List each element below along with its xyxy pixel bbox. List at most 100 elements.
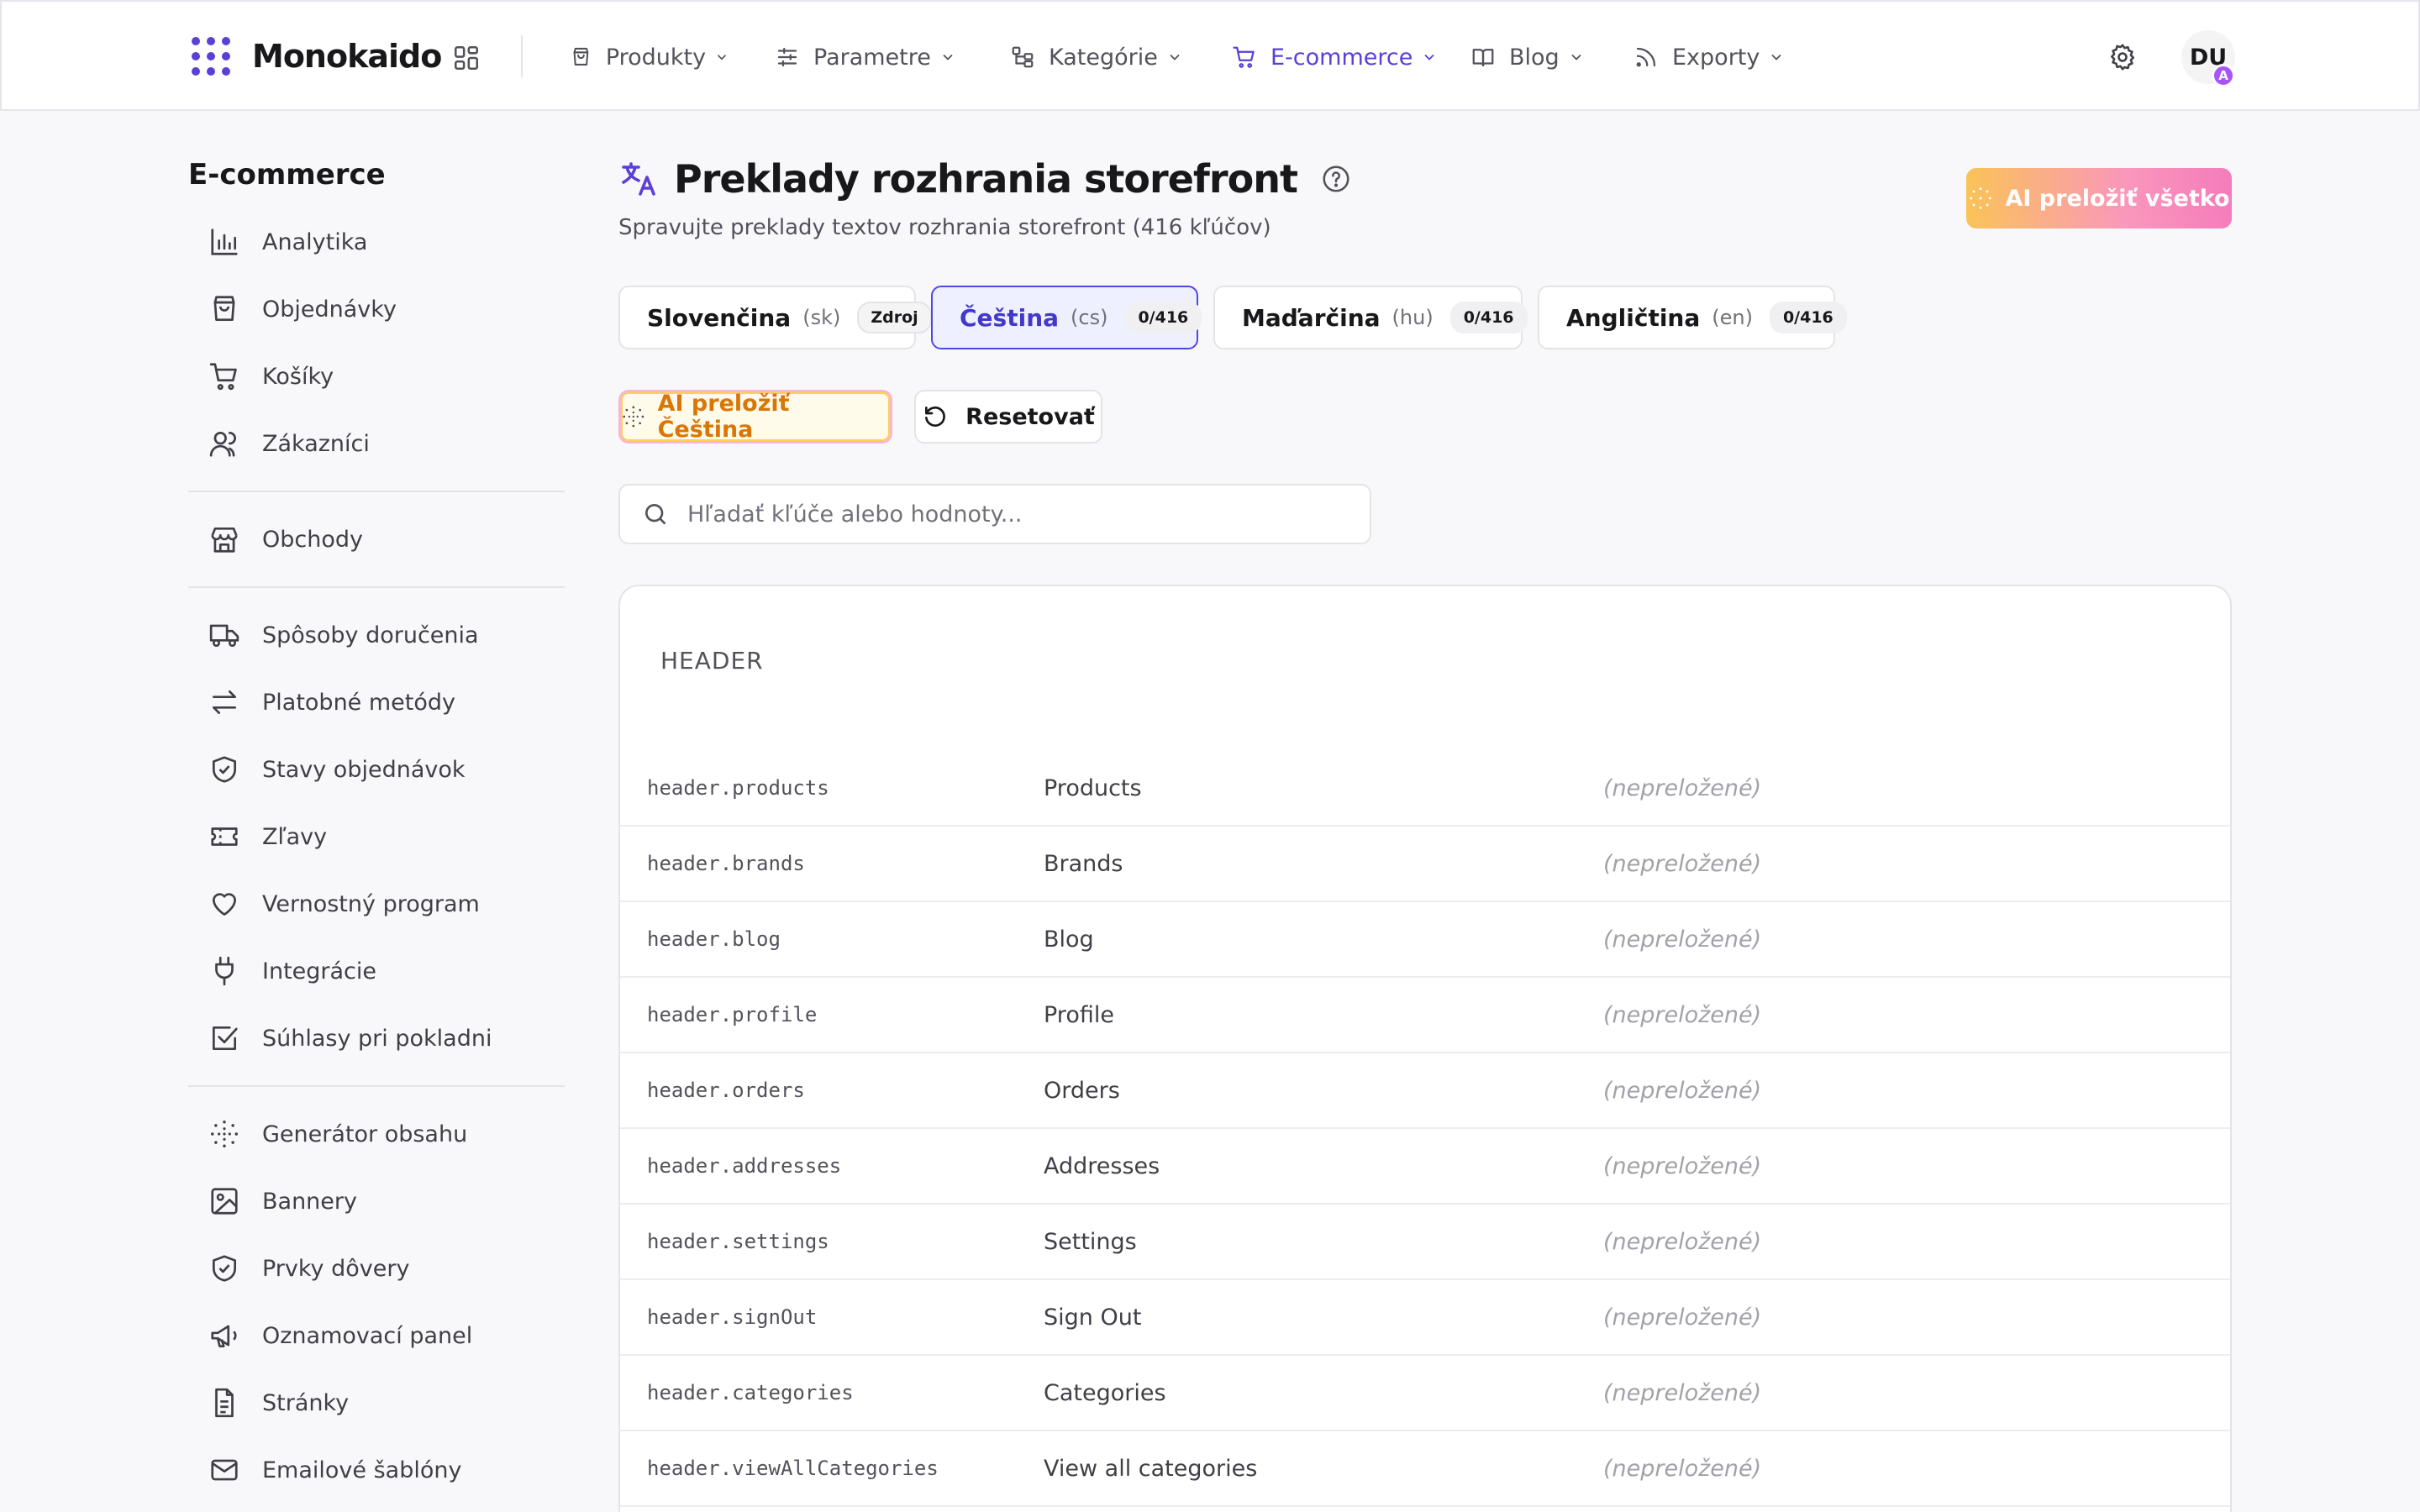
tab-language-en[interactable]: Angličtina (en) 0/416 xyxy=(1538,286,1847,349)
source-text: Sign Out xyxy=(1044,1304,1142,1331)
rotate-ccw-icon xyxy=(925,406,946,427)
source-text: Profile xyxy=(1044,1001,1114,1028)
sidebar-item-zakaznici[interactable]: Zákazníci xyxy=(188,410,565,477)
language-tabs: Slovenčina (sk) Zdroj Čeština (cs) 0/416… xyxy=(618,286,1850,349)
help-circle-icon[interactable] xyxy=(1321,164,1351,194)
translation-key: header.profile xyxy=(647,1003,818,1026)
language-code: (cs) xyxy=(1071,306,1108,329)
source-text: View all categories xyxy=(1044,1455,1258,1482)
table-row[interactable]: header.brands Brands (nepreložené) xyxy=(620,827,2230,902)
sidebar-item-zlavy[interactable]: Zľavy xyxy=(188,803,565,870)
main-content: Preklady rozhrania storefront AI preloži… xyxy=(618,151,2232,1512)
search-input[interactable] xyxy=(687,501,1343,528)
sidebar-item-analytika[interactable]: Analytika xyxy=(188,208,565,276)
translation-key: header.orders xyxy=(647,1079,805,1102)
sidebar-item-stranky[interactable]: Stránky xyxy=(188,1369,565,1436)
app-window: Monokaido Produkty Parametre Kategórie E… xyxy=(0,0,2420,1512)
nav-item-label: Blog xyxy=(1509,44,1560,71)
settings-gear-icon[interactable] xyxy=(2107,42,2138,72)
shield-check-icon xyxy=(212,1255,237,1282)
hierarchy-icon xyxy=(1012,46,1034,68)
nav-item-exporty[interactable]: Exporty xyxy=(1634,32,1793,82)
source-text: Blog xyxy=(1044,926,1094,953)
reset-button[interactable]: Resetovať xyxy=(914,390,1102,444)
translation-value[interactable]: (nepreložené) xyxy=(1603,927,1761,953)
shopping-bag-icon xyxy=(573,47,589,66)
progress-badge: 0/416 xyxy=(1124,302,1202,333)
translation-value[interactable]: (nepreložené) xyxy=(1603,1380,1761,1406)
nav-item-e-commerce[interactable]: E-commerce xyxy=(1232,32,1442,82)
sidebar-divider xyxy=(188,491,565,492)
progress-badge: 0/416 xyxy=(1449,302,1528,333)
sidebar-item-objednavky[interactable]: Objednávky xyxy=(188,276,565,343)
translation-key: header.blog xyxy=(647,927,781,951)
sidebar-item-generator-obsahu[interactable]: Generátor obsahu xyxy=(188,1100,565,1168)
table-row[interactable]: header.blog Blog (nepreložené) xyxy=(620,902,2230,978)
users-icon xyxy=(209,431,236,457)
nav-divider xyxy=(521,35,523,77)
table-row[interactable]: header.viewAllCategories View all catego… xyxy=(620,1431,2230,1507)
translation-value[interactable]: (nepreložené) xyxy=(1603,1456,1761,1482)
button-label: AI preložiť všetko xyxy=(2005,185,2230,212)
translation-key: header.signOut xyxy=(647,1305,818,1329)
translation-value[interactable]: (nepreložené) xyxy=(1603,851,1761,877)
checkbox-icon xyxy=(212,1026,238,1051)
sidebar-item-sposoby-dorucenia[interactable]: Spôsoby doručenia xyxy=(188,601,565,669)
tab-language-sk[interactable]: Slovenčina (sk) Zdroj xyxy=(618,286,932,349)
sidebar-item-vernostny-program[interactable]: Vernostný program xyxy=(188,870,565,937)
bar-chart-icon xyxy=(211,228,238,255)
table-row[interactable]: header.products Products (nepreložené) xyxy=(620,751,2230,827)
sidebar-item-label: Emailové šablóny xyxy=(262,1457,462,1483)
nav-item-parametre[interactable]: Parametre xyxy=(775,32,990,82)
nav-item-produkty[interactable]: Produkty xyxy=(570,32,729,82)
nav-item-label: Kategórie xyxy=(1049,44,1158,71)
translation-value[interactable]: (nepreložené) xyxy=(1603,1078,1761,1104)
search-icon xyxy=(645,504,666,524)
language-name: Angličtina xyxy=(1566,303,1701,332)
sidebar-item-label: Platobné metódy xyxy=(262,689,456,716)
nav-item-label: Exporty xyxy=(1672,44,1760,71)
app-logo[interactable]: Monokaido xyxy=(192,35,442,77)
translation-value[interactable]: (nepreložené) xyxy=(1603,775,1761,801)
table-row[interactable]: header.profile Profile (nepreložené) xyxy=(620,978,2230,1053)
table-row[interactable]: header.signOut Sign Out (nepreložené) xyxy=(620,1280,2230,1356)
sidebar-item-kosiky[interactable]: Košíky xyxy=(188,343,565,410)
source-text: Addresses xyxy=(1044,1152,1160,1179)
apps-grid-icon[interactable] xyxy=(452,44,481,72)
table-row[interactable]: header.categories Categories (nepreložen… xyxy=(620,1356,2230,1431)
button-label: AI preložiť Čeština xyxy=(657,391,790,443)
table-row[interactable]: header.settings Settings (nepreložené) xyxy=(620,1205,2230,1280)
chevron-down-icon xyxy=(943,54,953,60)
sparkle-dots-icon xyxy=(623,406,644,428)
sidebar-item-label: Analytika xyxy=(262,228,368,255)
table-row[interactable]: header.orders Orders (nepreložené) xyxy=(620,1053,2230,1129)
translation-value[interactable]: (nepreložené) xyxy=(1603,1229,1761,1255)
sidebar-item-stavy-objednavok[interactable]: Stavy objednávok xyxy=(188,736,565,803)
ai-translate-all-button[interactable]: AI preložiť všetko xyxy=(1966,168,2232,228)
translation-value[interactable]: (nepreložené) xyxy=(1603,1153,1761,1179)
page-title: Preklady rozhrania storefront xyxy=(674,156,1298,202)
sliders-icon xyxy=(777,47,797,67)
sidebar-item-prvky-dovery[interactable]: Prvky dôvery xyxy=(188,1235,565,1302)
nav-item-kategorie[interactable]: Kategórie xyxy=(1010,32,1207,82)
table-row[interactable]: header.addresses Addresses (nepreložené) xyxy=(620,1129,2230,1205)
sidebar-item-oznamovaci-panel[interactable]: Oznamovací panel xyxy=(188,1302,565,1369)
language-code: (hu) xyxy=(1392,306,1434,329)
ai-translate-language-button[interactable]: AI preložiť Čeština xyxy=(618,390,892,444)
translation-key: header.viewAllCategories xyxy=(647,1457,939,1480)
translation-value[interactable]: (nepreložené) xyxy=(1603,1305,1761,1331)
sidebar-item-obchody[interactable]: Obchody xyxy=(188,506,565,573)
source-badge: Zdroj xyxy=(857,302,932,333)
tab-language-hu[interactable]: Maďarčina (hu) 0/416 xyxy=(1213,286,1528,349)
sidebar-item-emailove-sablony[interactable]: Emailové šablóny xyxy=(188,1436,565,1504)
tab-language-cs[interactable]: Čeština (cs) 0/416 xyxy=(931,286,1202,349)
sidebar-item-integracie[interactable]: Integrácie xyxy=(188,937,565,1005)
chevron-down-icon xyxy=(1170,54,1180,60)
sidebar-item-bannery[interactable]: Bannery xyxy=(188,1168,565,1235)
sidebar-item-platobne-metody[interactable]: Platobné metódy xyxy=(188,669,565,736)
progress-badge: 0/416 xyxy=(1769,302,1847,333)
sidebar-item-suhlasy-pri-pokladni[interactable]: Súhlasy pri pokladni xyxy=(188,1005,565,1072)
sidebar-item-label: Zľavy xyxy=(262,823,328,850)
translation-value[interactable]: (nepreložené) xyxy=(1603,1002,1761,1028)
nav-item-blog[interactable]: Blog xyxy=(1470,32,1597,82)
